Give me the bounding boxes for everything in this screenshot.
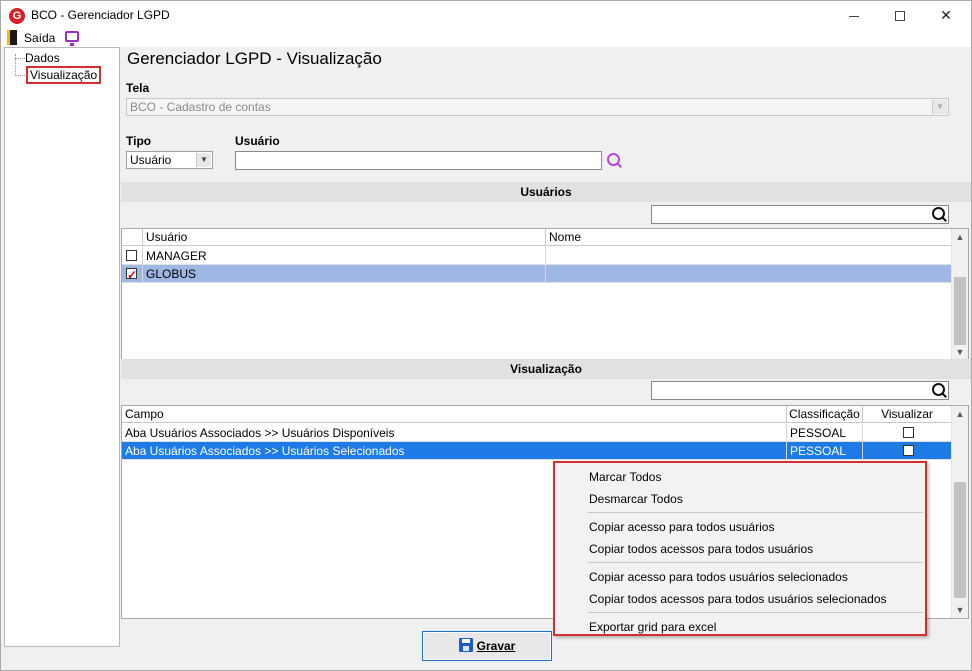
menu-item-desmarcar-todos[interactable]: Desmarcar Todos: [589, 492, 683, 506]
tela-select-value: BCO - Cadastro de contas: [130, 100, 271, 114]
table-row[interactable]: Aba Usuários Associados >> Usuários Sele…: [122, 442, 952, 460]
column-header-classificacao[interactable]: Classificação: [787, 406, 863, 423]
search-icon[interactable]: [931, 382, 949, 400]
menu-item-marcar-todos[interactable]: Marcar Todos: [589, 470, 661, 484]
table-row[interactable]: GLOBUS: [122, 265, 952, 283]
visualizacao-section-header: Visualização: [121, 359, 971, 379]
usuarios-grid: Usuário Nome MANAGER GLOBUS ▲ ▼: [121, 228, 969, 361]
minimize-icon: [849, 15, 859, 17]
menu-separator: [587, 612, 923, 613]
row-checkbox-cell: [122, 265, 143, 283]
usuario-label: Usuário: [235, 134, 280, 148]
exit-door-icon[interactable]: [7, 30, 17, 45]
row-checkbox-cell: [122, 247, 143, 265]
row-checkbox[interactable]: [126, 250, 137, 261]
visualizacao-scrollbar[interactable]: ▲ ▼: [951, 406, 968, 618]
exit-button[interactable]: Saída: [24, 31, 55, 45]
close-button[interactable]: ✕: [923, 1, 969, 29]
menu-separator: [587, 512, 923, 513]
page-title: Gerenciador LGPD - Visualização: [127, 49, 382, 68]
table-row[interactable]: Aba Usuários Associados >> Usuários Disp…: [122, 424, 952, 442]
menu-item-copiar-acesso-todos[interactable]: Copiar acesso para todos usuários: [589, 520, 774, 534]
scroll-up-icon[interactable]: ▲: [952, 229, 968, 245]
visualizar-checkbox[interactable]: [903, 427, 914, 438]
nome-cell: [546, 265, 952, 283]
visualizar-checkbox[interactable]: [903, 445, 914, 456]
save-button[interactable]: Gravar: [422, 631, 552, 661]
nome-cell: [546, 247, 952, 265]
menu-item-copiar-todos-acessos-todos[interactable]: Copiar todos acessos para todos usuários: [589, 542, 813, 556]
visualizacao-grid-header: Campo Classificação Visualizar: [122, 406, 952, 423]
tela-label: Tela: [126, 81, 150, 95]
menu-item-copiar-acesso-selecionados[interactable]: Copiar acesso para todos usuários seleci…: [589, 570, 848, 584]
usuarios-section-header: Usuários: [121, 182, 971, 202]
scrollbar-thumb[interactable]: [954, 277, 966, 345]
close-icon: ✕: [940, 7, 952, 23]
usuario-input[interactable]: [235, 151, 602, 170]
maximize-icon: [895, 11, 905, 22]
scrollbar-thumb[interactable]: [954, 482, 966, 598]
visualizar-cell: [863, 442, 952, 460]
tipo-select-value: Usuário: [130, 153, 172, 167]
usuario-cell: GLOBUS: [143, 265, 546, 283]
search-icon[interactable]: [931, 206, 949, 224]
floppy-disk-icon: [458, 638, 473, 652]
campo-cell: Aba Usuários Associados >> Usuários Sele…: [122, 442, 787, 460]
table-row[interactable]: MANAGER: [122, 247, 952, 265]
menu-separator: [587, 562, 923, 563]
search-icon[interactable]: [606, 152, 624, 170]
usuarios-grid-header: Usuário Nome: [122, 229, 952, 246]
maximize-button[interactable]: [877, 1, 923, 29]
usuarios-filter-input[interactable]: [651, 205, 949, 224]
window-title: BCO - Gerenciador LGPD: [31, 8, 170, 22]
visualizar-cell: [863, 424, 952, 442]
chevron-down-icon: ▼: [196, 153, 211, 167]
tree-item-visualizacao[interactable]: Visualização: [26, 66, 102, 84]
checkbox-column-header: [122, 229, 143, 246]
usuario-cell: MANAGER: [143, 247, 546, 265]
column-header-nome[interactable]: Nome: [546, 229, 952, 246]
scroll-down-icon[interactable]: ▼: [952, 602, 968, 618]
tree-item-dados[interactable]: Dados: [25, 51, 60, 65]
tipo-label: Tipo: [126, 134, 152, 148]
menu-item-exportar-excel[interactable]: Exportar grid para excel: [589, 620, 716, 634]
toolbar: Saída: [1, 29, 971, 47]
scroll-up-icon[interactable]: ▲: [952, 406, 968, 422]
row-checkbox[interactable]: [126, 266, 137, 283]
context-menu: Marcar Todos Desmarcar Todos Copiar aces…: [553, 461, 927, 636]
tree-connector: [15, 58, 25, 59]
visualizacao-filter-input[interactable]: [651, 381, 949, 400]
tipo-select[interactable]: Usuário ▼: [126, 151, 213, 169]
navigation-tree: Dados Visualização: [4, 47, 120, 647]
scroll-down-icon[interactable]: ▼: [952, 344, 968, 360]
column-header-usuario[interactable]: Usuário: [143, 229, 546, 246]
tela-select[interactable]: BCO - Cadastro de contas ▼: [126, 98, 949, 116]
app-logo-icon: G: [9, 8, 25, 24]
column-header-campo[interactable]: Campo: [122, 406, 787, 423]
menu-item-copiar-todos-acessos-selecionados[interactable]: Copiar todos acessos para todos usuários…: [589, 592, 887, 606]
minimize-button[interactable]: [831, 1, 877, 29]
monitor-icon[interactable]: [65, 31, 79, 46]
chevron-down-icon: ▼: [932, 100, 947, 114]
classificacao-cell: PESSOAL: [787, 442, 863, 460]
classificacao-cell: PESSOAL: [787, 424, 863, 442]
save-button-label: Gravar: [476, 639, 516, 653]
tree-connector: [15, 75, 25, 76]
usuarios-scrollbar[interactable]: ▲ ▼: [951, 229, 968, 360]
column-header-visualizar[interactable]: Visualizar: [863, 406, 952, 423]
title-bar: G BCO - Gerenciador LGPD ✕: [1, 1, 971, 29]
campo-cell: Aba Usuários Associados >> Usuários Disp…: [122, 424, 787, 442]
app-window: G BCO - Gerenciador LGPD ✕ Saída Dados V…: [0, 0, 972, 671]
